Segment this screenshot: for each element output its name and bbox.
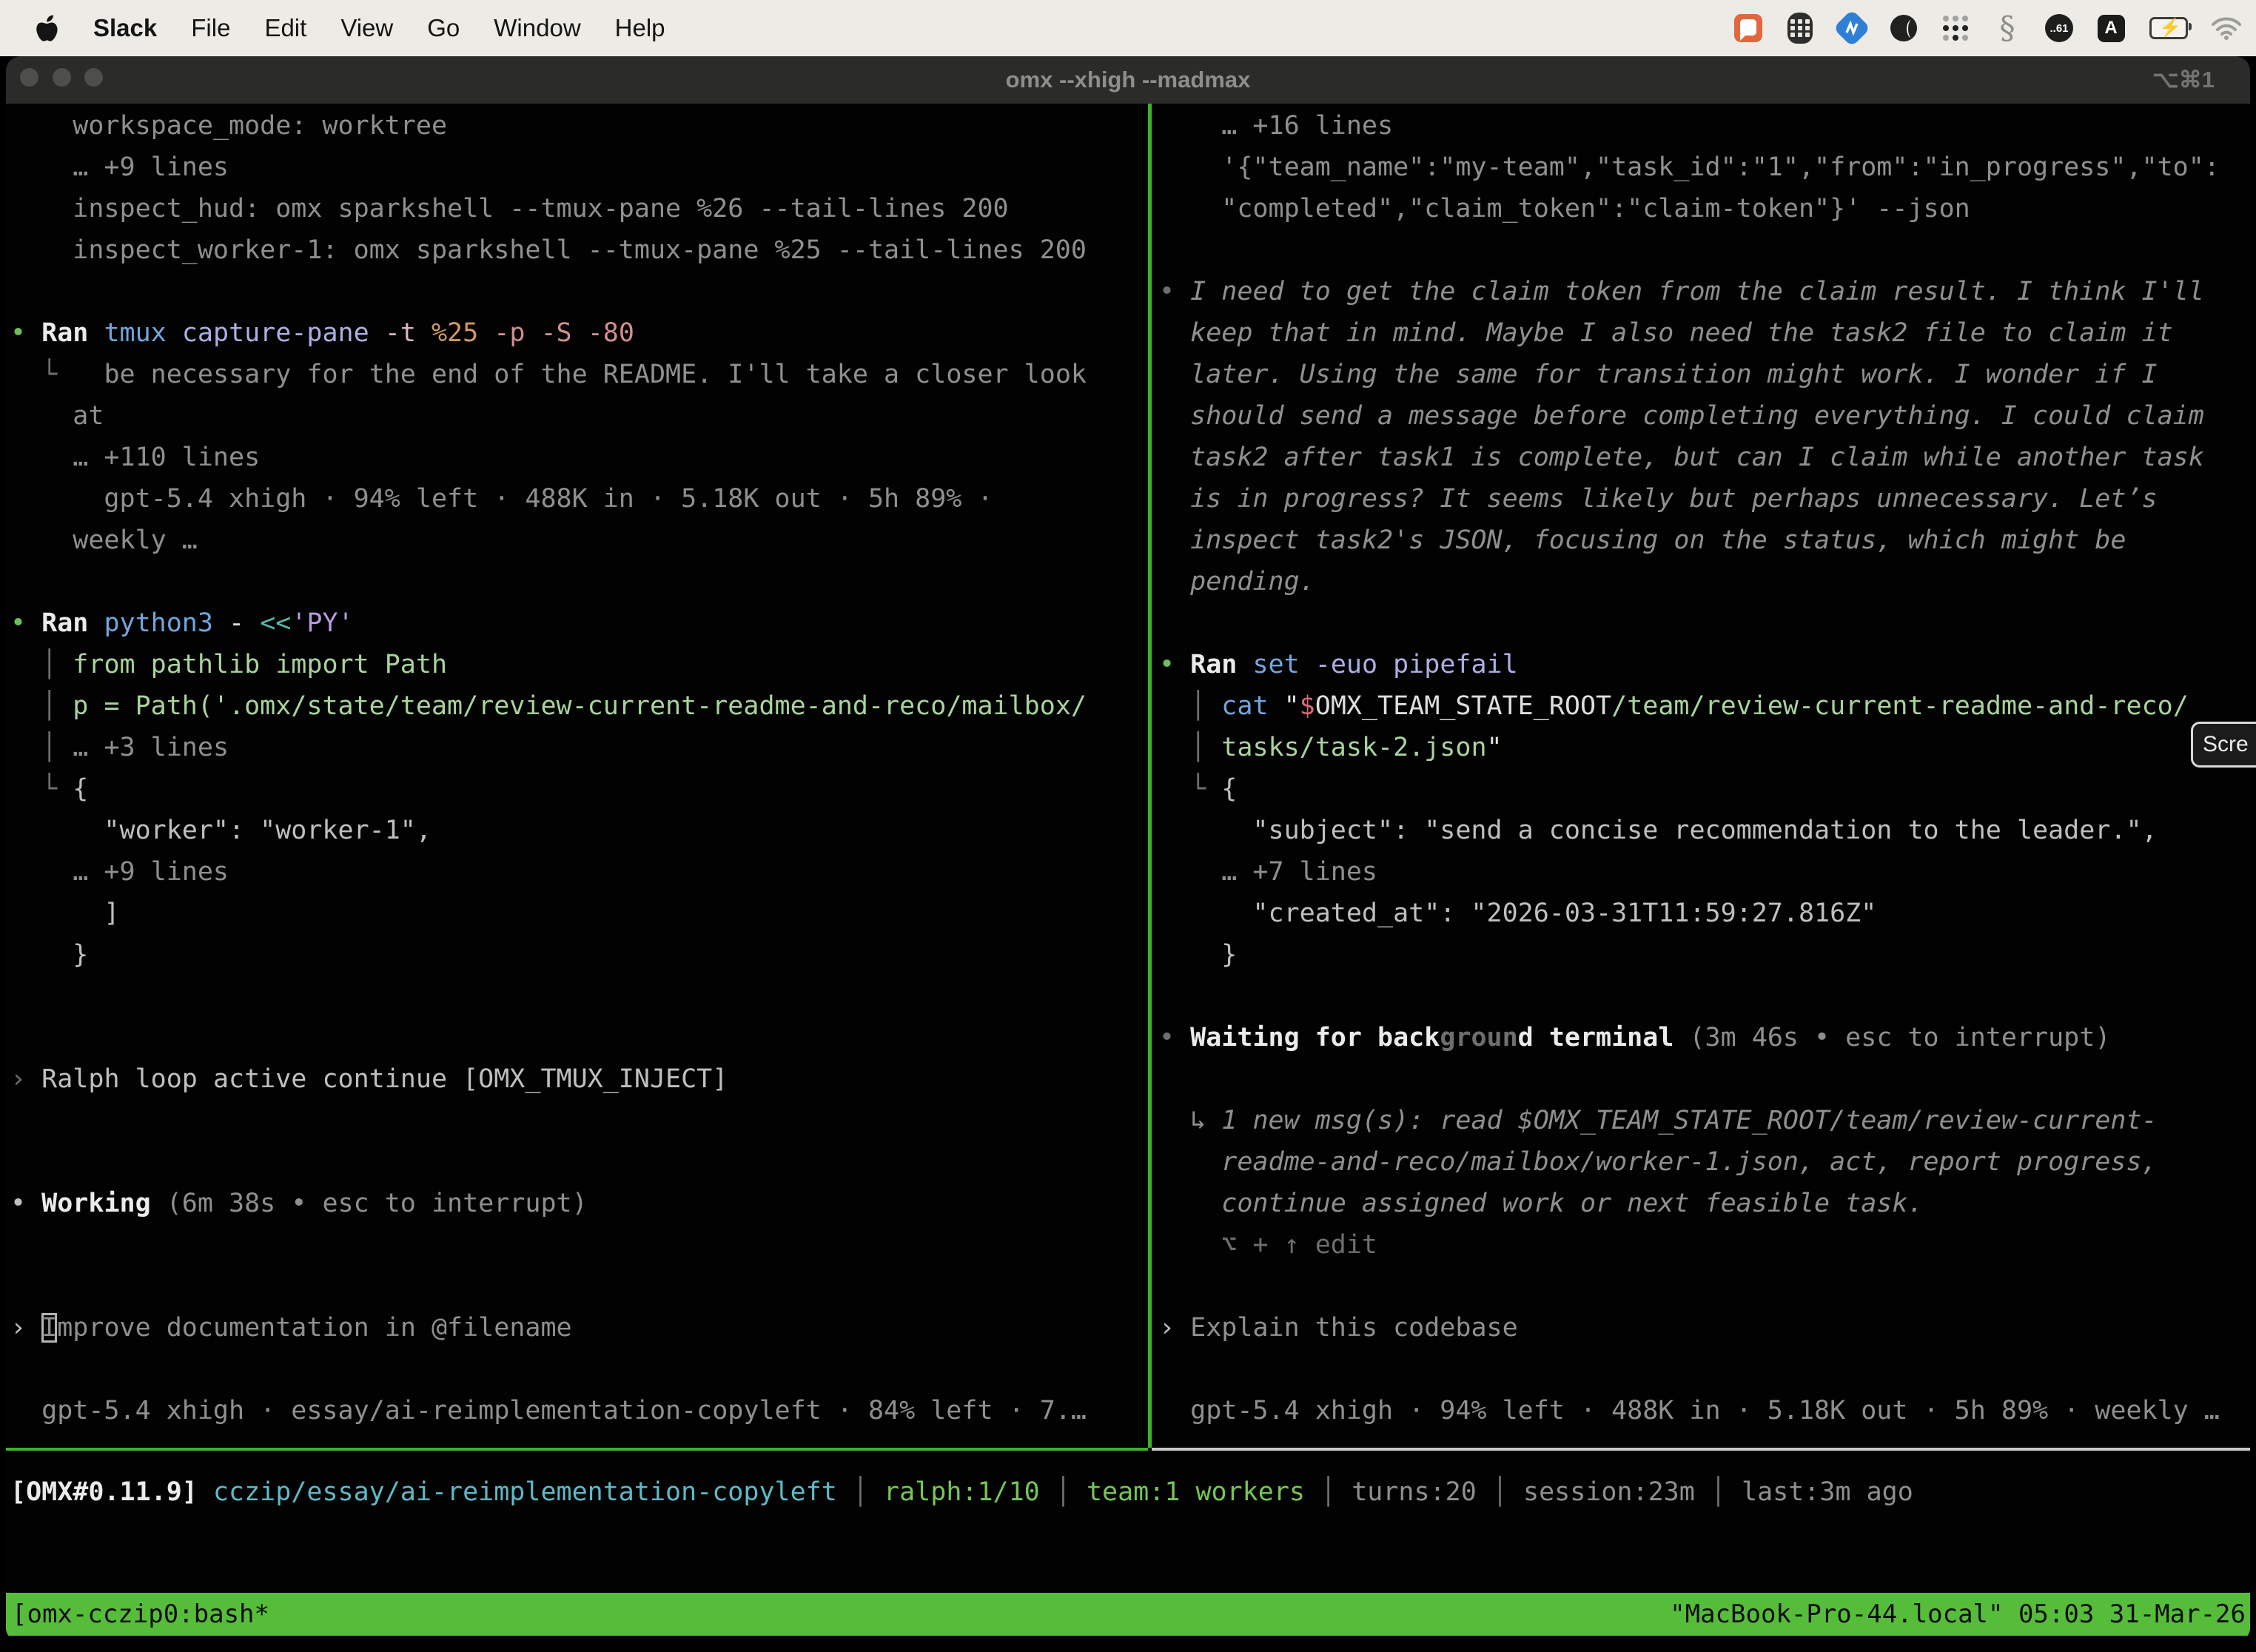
terminal-line: › Ralph loop active continue [OMX_TMUX_I… xyxy=(6,1058,728,1100)
tmux-host-clock: "MacBook-Pro-44.local" 05:03 31-Mar-26 xyxy=(1670,1593,2246,1636)
terminal-line: at xyxy=(6,395,104,437)
omx-status-line: [OMX#0.11.9] cczip/essay/ai-reimplementa… xyxy=(10,1471,1913,1513)
menu-items: Slack File Edit View Go Window Help xyxy=(0,13,665,43)
terminal-line: inspect task2's JSON, focusing on the st… xyxy=(1152,520,2126,561)
terminal-line: workspace_mode: worktree xyxy=(6,105,447,147)
terminal-line: '{"team_name":"my-team","task_id":"1","f… xyxy=(1152,147,2220,188)
active-pane-border xyxy=(6,1448,1148,1451)
menu-status-icons: § ..61 A ⚡ xyxy=(1733,12,2256,44)
terminal-line: task2 after task1 is complete, but can I… xyxy=(1152,437,2204,478)
terminal-line: … +16 lines xyxy=(1152,105,1393,147)
terminal-line: "completed","claim_token":"claim-token"}… xyxy=(1152,188,1970,229)
menu-view[interactable]: View xyxy=(340,14,393,42)
terminal-line: … +9 lines xyxy=(6,147,229,188)
terminal-line: is in progress? It seems likely but perh… xyxy=(1152,478,2158,520)
terminal-line: } xyxy=(6,934,88,976)
terminal-line: readme-and-reco/mailbox/worker-1.json, a… xyxy=(1152,1141,2158,1183)
terminal-line: └ { xyxy=(1152,768,1237,810)
terminal-line: ⌥ + ↑ edit xyxy=(1152,1224,1377,1266)
apple-menu[interactable] xyxy=(34,13,59,43)
terminal-line: • Ran tmux capture-pane -t %25 -p -S -80 xyxy=(6,312,634,354)
menu-slack[interactable]: Slack xyxy=(93,14,157,42)
tmux-status-bar: [omx-cczip0:bash* "MacBook-Pro-44.local"… xyxy=(6,1593,2250,1636)
menu-go[interactable]: Go xyxy=(427,14,460,42)
terminal-line: should send a message before completing … xyxy=(1152,395,2204,437)
terminal-line: • I need to get the claim token from the… xyxy=(1152,271,2204,312)
left-terminal-pane[interactable]: workspace_mode: worktree … +9 lines insp… xyxy=(6,104,1149,1448)
terminal-line: keep that in mind. Maybe I also need the… xyxy=(1152,312,2173,354)
tmux-session-label[interactable]: [omx-cczip0:bash* xyxy=(12,1593,269,1636)
dots-grid-icon[interactable] xyxy=(1941,12,1970,44)
spark-badge-icon[interactable] xyxy=(1837,12,1867,44)
letter-a-icon[interactable]: A xyxy=(2096,12,2126,44)
terminal-line: │ … +3 lines xyxy=(6,727,229,768)
menu-help[interactable]: Help xyxy=(615,14,665,42)
terminal-line: › Explain this codebase xyxy=(1152,1307,1518,1349)
inactive-pane-border xyxy=(1152,1448,2250,1451)
terminal-line: continue assigned work or next feasible … xyxy=(1152,1183,1924,1224)
terminal-line: │ tasks/task-2.json" xyxy=(1152,727,1503,768)
terminal-line: "subject": "send a concise recommendatio… xyxy=(1152,810,2158,851)
terminal-line: gpt-5.4 xhigh · 94% left · 488K in · 5.1… xyxy=(6,478,993,520)
menu-edit[interactable]: Edit xyxy=(264,14,306,42)
terminal-line: ] xyxy=(6,893,120,934)
terminal-line: inspect_hud: omx sparkshell --tmux-pane … xyxy=(6,188,1009,229)
chat-app-icon[interactable] xyxy=(1733,12,1763,44)
terminal-line: "created_at": "2026-03-31T11:59:27.816Z" xyxy=(1152,893,1876,934)
battery-charging-icon[interactable]: ⚡ xyxy=(2148,12,2189,44)
keypad-shield-icon[interactable] xyxy=(1785,12,1815,44)
wifi-icon[interactable] xyxy=(2212,12,2241,44)
pie-circle-icon[interactable] xyxy=(1889,12,1918,44)
apple-logo-icon xyxy=(34,13,59,43)
terminal-line: └ { xyxy=(6,768,88,810)
terminal-line: │ cat "$OMX_TEAM_STATE_ROOT/team/review-… xyxy=(1152,685,2189,727)
screen-share-tooltip[interactable]: Scre xyxy=(2191,722,2256,768)
terminal-line: … +7 lines xyxy=(1152,851,1377,893)
window-shortcut-badge: ⌥⌘1 xyxy=(2152,56,2215,104)
terminal-line: • Working (6m 38s • esc to interrupt) xyxy=(6,1183,588,1224)
terminal-line: } xyxy=(1152,934,1237,976)
terminal-line: … +110 lines xyxy=(6,437,260,478)
squiggle-icon[interactable]: § xyxy=(1993,12,2022,44)
title-bar: omx --xhigh --madmax ⌥⌘1 xyxy=(6,56,2250,104)
terminal-line: weekly … xyxy=(6,520,198,561)
terminal-line: • Waiting for background terminal (3m 46… xyxy=(1152,1017,2110,1058)
terminal-line: "worker": "worker-1", xyxy=(6,810,432,851)
terminal-line: gpt-5.4 xhigh · 94% left · 488K in · 5.1… xyxy=(1152,1390,2220,1431)
terminal-window: omx --xhigh --madmax ⌥⌘1 workspace_mode:… xyxy=(6,56,2250,1640)
terminal-line: pending. xyxy=(1152,561,1315,602)
terminal-line: │ p = Path('.omx/state/team/review-curre… xyxy=(6,685,1087,727)
right-terminal-pane[interactable]: … +16 lines '{"team_name":"my-team","tas… xyxy=(1152,104,2250,1448)
screen-share-tooltip-label: Scre xyxy=(2203,732,2249,757)
terminal-line: › Improve documentation in @filename xyxy=(6,1307,572,1349)
terminal-line: • Ran set -euo pipefail xyxy=(1152,644,1518,685)
menu-window[interactable]: Window xyxy=(494,14,580,42)
percent-badge-icon[interactable]: ..61 xyxy=(2044,12,2074,44)
terminal-line: • Ran python3 - <<'PY' xyxy=(6,602,354,644)
terminal-line: gpt-5.4 xhigh · essay/ai-reimplementatio… xyxy=(6,1390,1087,1431)
terminal-line: later. Using the same for transition mig… xyxy=(1152,354,2158,395)
terminal-line: … +9 lines xyxy=(6,851,229,893)
terminal-line: inspect_worker-1: omx sparkshell --tmux-… xyxy=(6,229,1087,271)
menu-file[interactable]: File xyxy=(191,14,230,42)
terminal-line: │ from pathlib import Path xyxy=(6,644,447,685)
terminal-line: └ be necessary for the end of the README… xyxy=(6,354,1087,395)
menu-bar: SlackFileEditViewGoWindowHelp § ..6 xyxy=(0,0,2256,56)
window-title: omx --xhigh --madmax xyxy=(6,56,2250,104)
pane-divider-vertical[interactable] xyxy=(1148,104,1152,1448)
terminal-line: ↳ 1 new msg(s): read $OMX_TEAM_STATE_ROO… xyxy=(1152,1100,2158,1141)
